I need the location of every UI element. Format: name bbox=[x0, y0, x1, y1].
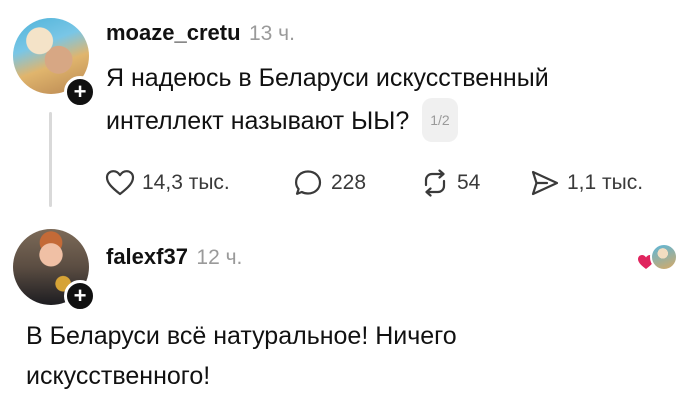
share-count: 1,1 тыс. bbox=[567, 171, 644, 194]
heart-icon bbox=[105, 170, 135, 196]
reply-text-line-1: В Беларуси всё натуральное! Ничего bbox=[26, 322, 457, 350]
author-mini-avatar bbox=[650, 243, 678, 271]
post-text-line-2: интеллект называют ЫЫ? 1/2 bbox=[106, 98, 549, 142]
share-button[interactable]: 1,1 тыс. bbox=[530, 169, 643, 197]
repost-button[interactable]: 54 bbox=[420, 169, 480, 197]
reply-header: falexf37 12 ч. bbox=[106, 244, 242, 270]
share-icon bbox=[531, 170, 559, 196]
comment-button[interactable]: 228 bbox=[294, 169, 366, 197]
like-button[interactable]: 14,3 тыс. bbox=[105, 169, 230, 197]
reply-text: В Беларуси всё натуральное! Ничего искус… bbox=[26, 316, 457, 396]
thread-line bbox=[49, 112, 52, 207]
reply-username[interactable]: falexf37 bbox=[106, 244, 188, 269]
post-text-line-2-text: интеллект называют ЫЫ? bbox=[106, 107, 410, 135]
comment-icon bbox=[294, 170, 322, 195]
post-text-line-1: Я надеюсь в Беларуси искусственный bbox=[106, 64, 549, 92]
like-count: 14,3 тыс. bbox=[142, 171, 230, 194]
post-time: 13 ч. bbox=[248, 22, 295, 45]
reply-time: 12 ч. bbox=[196, 246, 243, 269]
repost-icon bbox=[424, 169, 446, 197]
post-header: moaze_cretu 13 ч. bbox=[106, 20, 295, 46]
translation-pager-badge[interactable]: 1/2 bbox=[422, 98, 458, 142]
follow-plus-icon[interactable]: + bbox=[64, 76, 96, 108]
follow-plus-icon[interactable]: + bbox=[64, 280, 96, 312]
repost-count: 54 bbox=[457, 171, 481, 194]
post-username[interactable]: moaze_cretu bbox=[106, 20, 241, 45]
reply-text-line-2: искусственного! bbox=[26, 362, 211, 390]
comment-count: 228 bbox=[331, 171, 367, 194]
post-text: Я надеюсь в Беларуси искусственный интел… bbox=[106, 58, 549, 142]
